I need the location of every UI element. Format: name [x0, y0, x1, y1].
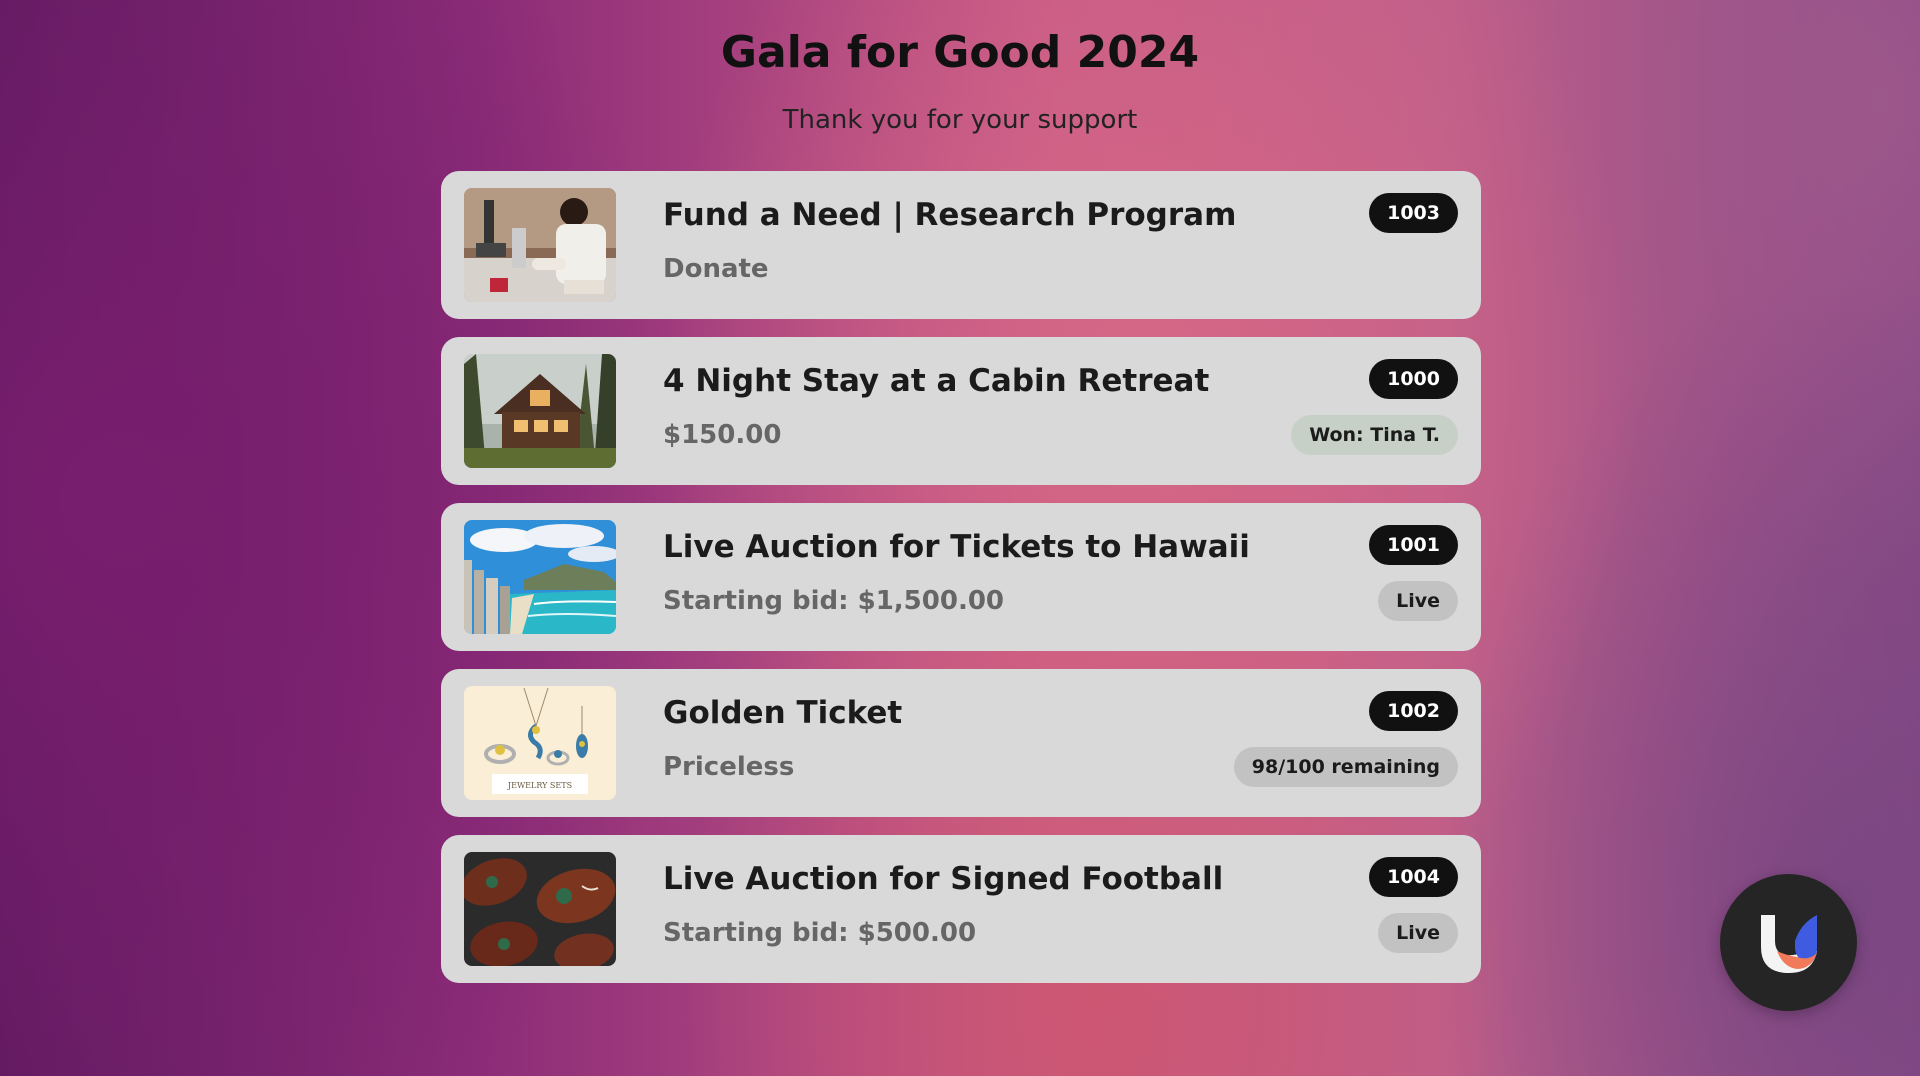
page-subtitle: Thank you for your support — [782, 105, 1138, 135]
item-title: 4 Night Stay at a Cabin Retreat — [663, 363, 1210, 399]
item-title: Fund a Need | Research Program — [663, 197, 1237, 233]
winner-badge: Won: Tina T. — [1291, 415, 1458, 455]
auction-item-card[interactable]: Live Auction for Tickets to Hawaii Start… — [441, 503, 1481, 651]
lot-number-badge: 1000 — [1369, 359, 1458, 399]
auction-item-card[interactable]: JEWELRY SETS Golden Ticket Priceless 100… — [441, 669, 1481, 817]
page-title: Gala for Good 2024 — [720, 27, 1200, 78]
auction-item-list: Fund a Need | Research Program Donate 10… — [441, 171, 1481, 1001]
item-subtitle: Donate — [663, 254, 769, 284]
item-subtitle: $150.00 — [663, 420, 782, 450]
item-thumbnail-football — [464, 852, 616, 966]
lot-number-badge: 1001 — [1369, 525, 1458, 565]
item-thumbnail-hawaii — [464, 520, 616, 634]
remaining-count-badge: 98/100 remaining — [1233, 747, 1458, 787]
item-subtitle: Priceless — [663, 752, 795, 782]
live-status-badge: Live — [1378, 913, 1458, 953]
live-status-badge: Live — [1378, 581, 1458, 621]
lot-number-badge: 1003 — [1369, 193, 1458, 233]
item-subtitle: Starting bid: $1,500.00 — [663, 586, 1005, 616]
lot-number-badge: 1002 — [1369, 691, 1458, 731]
item-subtitle: Starting bid: $500.00 — [663, 918, 977, 948]
auction-item-card[interactable]: 4 Night Stay at a Cabin Retreat $150.00 … — [441, 337, 1481, 485]
auction-item-card[interactable]: Fund a Need | Research Program Donate 10… — [441, 171, 1481, 319]
item-thumbnail-cabin — [464, 354, 616, 468]
item-title: Live Auction for Tickets to Hawaii — [663, 529, 1250, 565]
u-logo-icon — [1761, 915, 1817, 973]
item-thumbnail-jewelry: JEWELRY SETS — [464, 686, 616, 800]
item-title: Live Auction for Signed Football — [663, 861, 1224, 897]
item-title: Golden Ticket — [663, 695, 903, 731]
page-header: Gala for Good 2024 Thank you for your su… — [0, 20, 1920, 140]
item-thumbnail-research — [464, 188, 616, 302]
svg-text:JEWELRY SETS: JEWELRY SETS — [507, 781, 572, 790]
lot-number-badge: 1004 — [1369, 857, 1458, 897]
floating-logo-button[interactable] — [1720, 874, 1857, 1011]
auction-item-card[interactable]: Live Auction for Signed Football Startin… — [441, 835, 1481, 983]
